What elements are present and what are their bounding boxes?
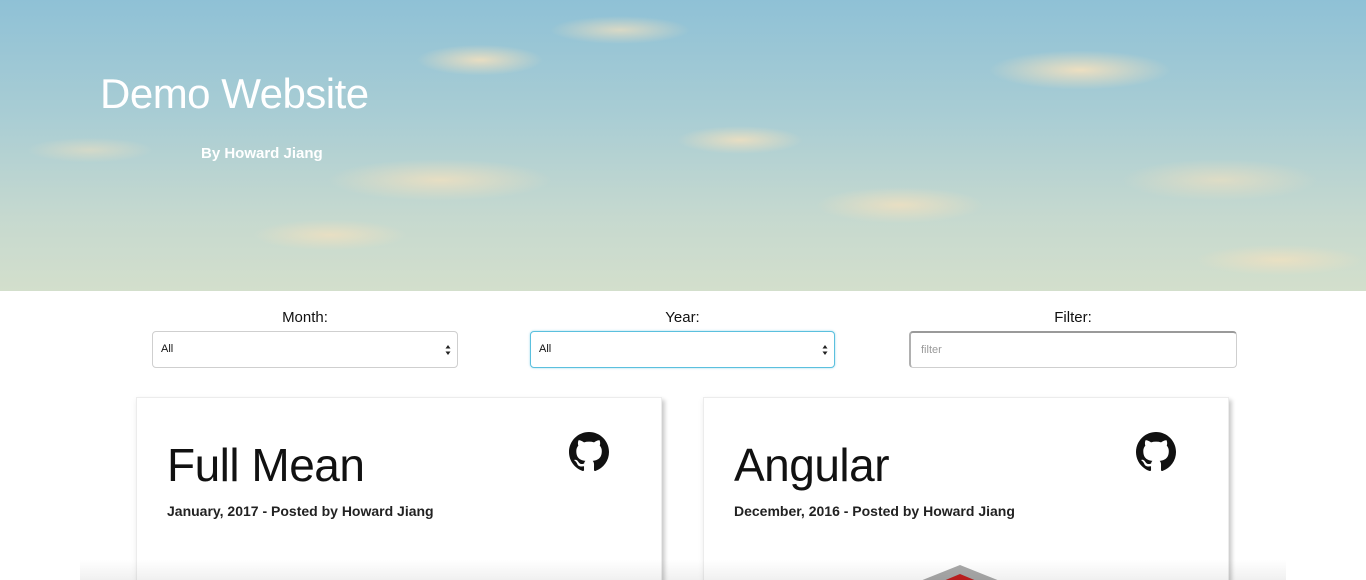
month-select-value: All bbox=[161, 343, 174, 355]
month-filter: Month: All bbox=[152, 309, 458, 368]
month-label: Month: bbox=[282, 309, 328, 326]
angular-logo-red bbox=[936, 574, 984, 580]
select-arrows-icon bbox=[445, 345, 451, 355]
hero-banner: Demo Website By Howard Jiang bbox=[0, 0, 1366, 291]
year-label: Year: bbox=[665, 309, 700, 326]
post-title: Full Mean bbox=[167, 439, 365, 491]
post-title: Angular bbox=[734, 439, 890, 491]
filter-input[interactable] bbox=[909, 331, 1237, 368]
post-card-full-mean[interactable]: Full Mean January, 2017 - Posted by Howa… bbox=[136, 397, 662, 580]
text-filter: Filter: bbox=[909, 309, 1237, 368]
year-select-value: All bbox=[539, 343, 552, 355]
year-select[interactable]: All bbox=[530, 331, 835, 368]
post-card-angular[interactable]: Angular December, 2016 - Posted by Howar… bbox=[703, 397, 1229, 580]
post-meta: January, 2017 - Posted by Howard Jiang bbox=[167, 503, 434, 519]
year-filter: Year: All bbox=[530, 309, 835, 368]
site-author: By Howard Jiang bbox=[201, 145, 323, 162]
month-select[interactable]: All bbox=[152, 331, 458, 368]
github-icon[interactable] bbox=[1136, 432, 1176, 472]
post-meta: December, 2016 - Posted by Howard Jiang bbox=[734, 503, 1015, 519]
select-arrows-icon bbox=[822, 345, 828, 355]
site-title: Demo Website bbox=[100, 70, 369, 117]
github-icon[interactable] bbox=[569, 432, 609, 472]
filter-label: Filter: bbox=[1054, 309, 1092, 326]
